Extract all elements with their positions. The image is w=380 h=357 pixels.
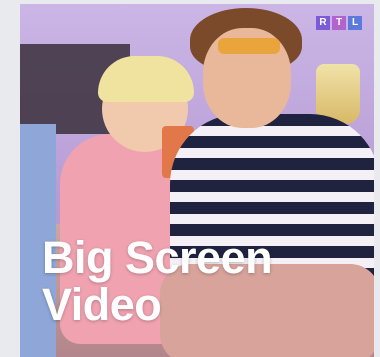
headline-line-2: Video <box>42 279 162 330</box>
sunglasses <box>218 38 280 54</box>
rtl-logo: R T L <box>316 16 362 30</box>
logo-letter-t: T <box>332 16 346 30</box>
person-left-hair <box>98 56 194 102</box>
logo-letter-l: L <box>348 16 362 30</box>
promo-headline: Big Screen Video <box>42 234 362 328</box>
headline-line-1: Big Screen <box>42 232 273 283</box>
logo-letter-r: R <box>316 16 330 30</box>
promo-card[interactable]: R T L Big Screen Video <box>20 4 374 357</box>
